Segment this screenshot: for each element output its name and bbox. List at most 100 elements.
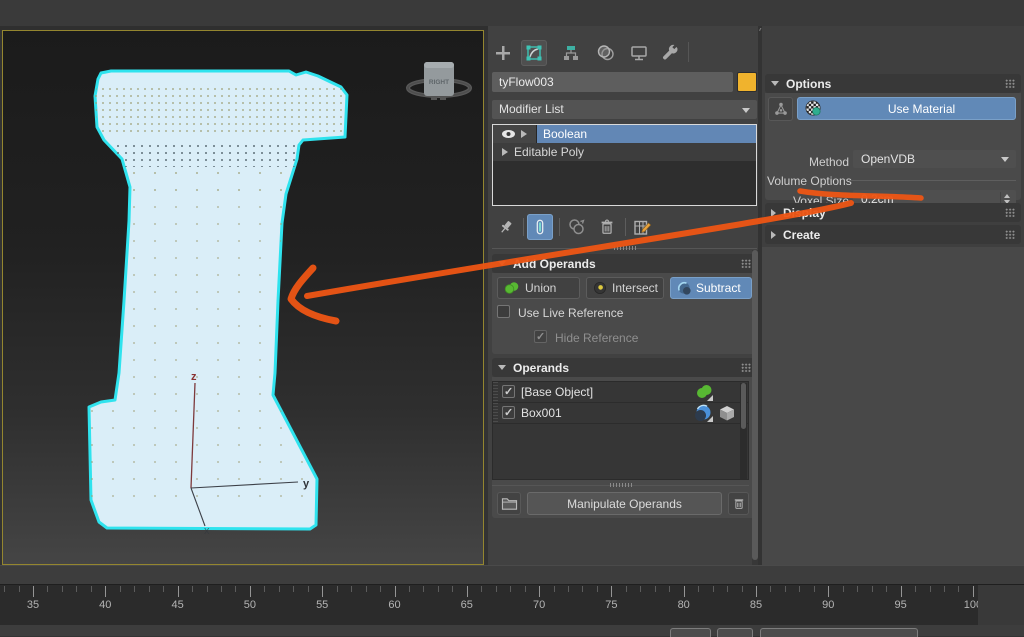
ruler-tick bbox=[308, 586, 309, 592]
use-live-reference-checkbox[interactable] bbox=[497, 305, 510, 318]
expand-arrow-icon[interactable] bbox=[521, 130, 527, 138]
ruler-tick bbox=[597, 586, 598, 592]
rollout-header-add-operands[interactable]: Add Operands bbox=[492, 254, 757, 273]
rollout-header-operands[interactable]: Operands bbox=[492, 358, 757, 377]
stack-row-boolean[interactable]: Boolean bbox=[493, 125, 756, 143]
tab-utilities[interactable] bbox=[658, 40, 684, 66]
stack-toolbar bbox=[488, 214, 758, 242]
operand-checkbox-0[interactable] bbox=[502, 385, 515, 398]
ruler-tick bbox=[626, 586, 627, 592]
viewport[interactable]: z y x RIGHT bbox=[2, 30, 484, 565]
operand-row-box001[interactable]: Box001 bbox=[493, 403, 748, 424]
operand-row-base-object[interactable]: [Base Object] bbox=[493, 382, 748, 403]
rollout-header-create[interactable]: Create bbox=[765, 225, 1021, 244]
rollout-header-options[interactable]: Options bbox=[765, 74, 1021, 93]
row-drag-handle[interactable] bbox=[493, 382, 498, 402]
configure-modifier-sets-button[interactable] bbox=[629, 214, 655, 240]
spinner-up-icon[interactable] bbox=[1004, 194, 1010, 198]
ruler-frame-label: 90 bbox=[808, 599, 848, 611]
show-end-result-button[interactable] bbox=[527, 214, 553, 240]
box-geometry-icon[interactable] bbox=[718, 404, 736, 422]
open-operand-file-button[interactable] bbox=[497, 492, 521, 515]
ruler-tick bbox=[915, 586, 916, 592]
hide-reference-checkbox[interactable] bbox=[534, 330, 547, 343]
rollout-header-display[interactable]: Display bbox=[765, 203, 1021, 222]
ruler-tick bbox=[843, 586, 844, 592]
ruler-frame-label: 70 bbox=[519, 599, 559, 611]
track-bar[interactable] bbox=[0, 565, 1024, 584]
method-dropdown[interactable]: OpenVDB bbox=[853, 150, 1016, 168]
ruler-tick bbox=[105, 586, 106, 597]
ruler-tick bbox=[857, 586, 858, 592]
object-name-field[interactable]: tyFlow003 bbox=[492, 72, 733, 92]
ruler-tick bbox=[958, 586, 959, 592]
ruler-tick bbox=[149, 586, 150, 592]
ruler-tick bbox=[62, 586, 63, 592]
ruler-tick bbox=[727, 586, 728, 592]
ruler-tick bbox=[322, 586, 323, 597]
rollout-drag-handle-icon[interactable] bbox=[1005, 230, 1015, 239]
ruler-tick bbox=[19, 586, 20, 592]
options-panel: Options bbox=[762, 26, 1024, 565]
rollout-divider[interactable] bbox=[492, 248, 757, 249]
atom-icon bbox=[772, 100, 790, 118]
pin-stack-button[interactable] bbox=[493, 214, 519, 240]
ruler-tick bbox=[525, 586, 526, 592]
tab-motion[interactable] bbox=[593, 40, 619, 66]
ruler-frame-label: 45 bbox=[158, 599, 198, 611]
object-color-swatch[interactable] bbox=[737, 72, 757, 92]
rollout-title: Create bbox=[783, 228, 820, 242]
rollout-title: Operands bbox=[513, 361, 569, 375]
remove-modifier-button[interactable] bbox=[594, 214, 620, 240]
rollout-drag-handle-icon[interactable] bbox=[741, 363, 751, 372]
modifier-stack: Boolean Editable Poly bbox=[492, 124, 757, 206]
ruler-tick bbox=[554, 586, 555, 592]
list-resize-divider[interactable] bbox=[492, 485, 749, 486]
timeline-ruler[interactable]: 35404550556065707580859095100 bbox=[0, 584, 978, 625]
tab-create[interactable] bbox=[490, 40, 516, 66]
tab-display[interactable] bbox=[626, 40, 652, 66]
ruler-tick bbox=[814, 586, 815, 592]
make-unique-button[interactable] bbox=[564, 214, 590, 240]
viewcube[interactable]: RIGHT bbox=[408, 62, 470, 100]
row-drag-handle[interactable] bbox=[493, 403, 498, 423]
stack-row-controls[interactable] bbox=[493, 125, 537, 143]
operand-display-mode-button[interactable] bbox=[768, 97, 793, 121]
subtract-mode-icon[interactable] bbox=[694, 403, 714, 423]
stack-row-editable-poly[interactable]: Editable Poly bbox=[493, 143, 756, 161]
rollout-drag-handle-icon[interactable] bbox=[741, 259, 751, 268]
eye-icon[interactable] bbox=[501, 129, 516, 139]
modifier-list-dropdown[interactable]: Modifier List bbox=[492, 100, 757, 119]
rollout-drag-handle-icon[interactable] bbox=[1005, 208, 1015, 217]
trash-icon bbox=[732, 496, 746, 511]
boolean-result-object[interactable] bbox=[89, 71, 347, 529]
rollout-title: Add Operands bbox=[513, 257, 596, 271]
manipulate-operands-button[interactable]: Manipulate Operands bbox=[527, 492, 722, 515]
operand-label: Box001 bbox=[521, 406, 562, 420]
tab-modify[interactable] bbox=[521, 40, 547, 66]
ruler-tick bbox=[178, 586, 179, 597]
union-mode-icon[interactable] bbox=[694, 382, 714, 402]
operand-checkbox-1[interactable] bbox=[502, 406, 515, 419]
ruler-frame-label: 65 bbox=[447, 599, 487, 611]
rollout-closed-icon bbox=[771, 231, 776, 239]
rollout-drag-handle-icon[interactable] bbox=[1005, 79, 1015, 88]
operands-scrollbar[interactable] bbox=[740, 383, 747, 479]
union-label: Union bbox=[525, 281, 556, 295]
subtract-button[interactable]: Subtract bbox=[670, 277, 752, 299]
tab-hierarchy[interactable] bbox=[558, 40, 584, 66]
intersect-button[interactable]: Intersect bbox=[586, 277, 664, 299]
ruler-frame-label: 95 bbox=[881, 599, 921, 611]
use-material-button[interactable]: Use Material bbox=[797, 97, 1016, 120]
ruler-tick bbox=[337, 586, 338, 592]
delete-operand-button[interactable] bbox=[728, 492, 749, 515]
command-panel-scrollbar[interactable] bbox=[752, 250, 758, 565]
ruler-tick bbox=[423, 586, 424, 592]
ruler-tick bbox=[481, 586, 482, 592]
union-button[interactable]: Union bbox=[497, 277, 580, 299]
ruler-tick bbox=[886, 586, 887, 592]
timeline: 35404550556065707580859095100 bbox=[0, 565, 1024, 636]
ruler-tick bbox=[510, 586, 511, 592]
stack-item-label: Editable Poly bbox=[508, 145, 584, 159]
ruler-tick bbox=[409, 586, 410, 592]
